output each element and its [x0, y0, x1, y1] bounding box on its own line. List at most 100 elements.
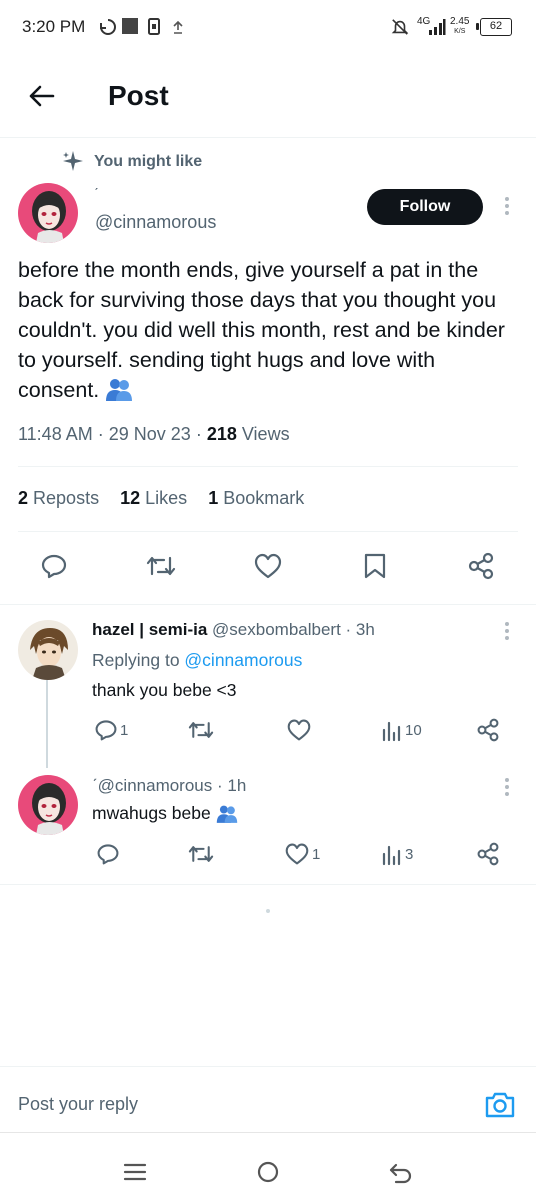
- bookmark-icon: [364, 553, 386, 579]
- status-time: 3:20 PM: [22, 17, 86, 36]
- share-button[interactable]: [467, 550, 495, 582]
- replying-handle-link[interactable]: @cinnamorous: [184, 650, 302, 670]
- repost-button[interactable]: [188, 838, 214, 870]
- divider: [0, 884, 536, 885]
- views-button[interactable]: 3: [381, 838, 413, 870]
- views-button[interactable]: 10: [381, 714, 422, 746]
- share-icon: [477, 718, 499, 742]
- views-count: 10: [405, 721, 422, 739]
- divider: [0, 604, 536, 605]
- avatar-hazel-image: [18, 620, 78, 680]
- reply-author-handle[interactable]: @cinnamorous: [98, 776, 213, 795]
- like-button[interactable]: [286, 714, 314, 746]
- like-count: 1: [312, 845, 321, 863]
- camera-icon[interactable]: [484, 1089, 516, 1121]
- reply-more-options-icon[interactable]: [503, 622, 511, 642]
- views-chart-icon: [382, 721, 401, 742]
- share-button[interactable]: [476, 714, 500, 746]
- people-hugging-emoji-icon: [216, 805, 237, 823]
- reply-action-bar: 1 10: [0, 714, 536, 754]
- post-meta: 11:48 AM · 29 Nov 23 · 218 Views: [18, 424, 290, 445]
- post-stats: 2 Reposts 12 Likes 1 Bookmark: [18, 488, 320, 509]
- views-count: 218: [206, 424, 237, 444]
- views-label: Views: [241, 424, 290, 444]
- reply-time: · 1h: [217, 776, 247, 795]
- like-button[interactable]: 1: [284, 838, 320, 870]
- battery-indicator: 62: [476, 18, 512, 36]
- reply-avatar-cinnamorous[interactable]: [18, 775, 78, 835]
- reply-text: mwahugs bebe: [92, 803, 216, 823]
- post-time[interactable]: 11:48 AM: [18, 424, 93, 444]
- meta-separator: ·: [97, 424, 109, 444]
- repost-button[interactable]: [146, 550, 176, 582]
- reply-button[interactable]: [96, 838, 122, 870]
- menu-icon[interactable]: [122, 1159, 148, 1185]
- bell-muted-icon: [391, 19, 409, 35]
- reply-avatar-hazel[interactable]: [18, 620, 78, 680]
- bookmarks-label: Bookmark: [223, 488, 305, 508]
- system-navigation-bar: [0, 1132, 536, 1200]
- divider: [18, 531, 518, 532]
- loading-dot: [266, 909, 270, 913]
- app-square-icon: [122, 18, 138, 34]
- author-display-name[interactable]: ˊ: [94, 185, 99, 201]
- reply-author-line: ˊ@cinnamorous · 1h: [92, 776, 246, 796]
- reply-author-handle[interactable]: @sexbombalbert: [212, 620, 341, 639]
- repost-icon: [188, 846, 214, 862]
- reply-more-options-icon[interactable]: [503, 778, 511, 798]
- bookmarks-stat[interactable]: 1 Bookmark: [208, 488, 304, 508]
- bookmarks-count: 1: [208, 488, 219, 508]
- share-icon: [477, 842, 499, 866]
- reply-composer[interactable]: Post your reply: [0, 1066, 536, 1132]
- more-options-icon[interactable]: [503, 197, 511, 217]
- upload-icon: [173, 20, 183, 34]
- reply-icon: [41, 554, 67, 579]
- replying-prefix: Replying to: [92, 650, 185, 670]
- like-button[interactable]: [253, 550, 283, 582]
- meta-separator: ·: [195, 424, 207, 444]
- reply-icon: [95, 720, 117, 741]
- people-hugging-emoji-icon: [106, 379, 133, 401]
- reply-button[interactable]: [40, 550, 68, 582]
- author-avatar[interactable]: [18, 183, 78, 243]
- home-circle-icon[interactable]: [255, 1159, 281, 1185]
- reposts-count: 2: [18, 488, 29, 508]
- sparkle-icon: [63, 151, 83, 171]
- reposts-stat[interactable]: 2 Reposts: [18, 488, 99, 508]
- divider: [18, 466, 518, 467]
- page-title: Post: [108, 80, 169, 111]
- post-action-bar: [0, 550, 536, 590]
- post-body: before the month ends, give yourself a p…: [18, 258, 505, 402]
- speed-value: 2.45: [450, 16, 470, 27]
- share-button[interactable]: [476, 838, 500, 870]
- signal-icon: [429, 19, 446, 35]
- likes-count: 12: [120, 488, 141, 508]
- post-date[interactable]: 29 Nov 23: [109, 424, 191, 444]
- reply-text: thank you bebe <3: [92, 680, 237, 700]
- author-handle[interactable]: @cinnamorous: [95, 212, 216, 233]
- top-app-bar: Post: [0, 56, 536, 138]
- like-icon: [285, 843, 309, 865]
- reply-button[interactable]: 1: [94, 714, 128, 746]
- likes-stat[interactable]: 12 Likes: [120, 488, 187, 508]
- views-chart-icon: [382, 845, 401, 866]
- views-count: 3: [405, 845, 414, 863]
- reply-author-name[interactable]: hazel | semi-ia: [92, 620, 207, 639]
- network-speed: 2.45 K/S: [450, 17, 469, 37]
- likes-label: Likes: [145, 488, 188, 508]
- back-nav-icon[interactable]: [388, 1159, 414, 1185]
- reply-text-line: mwahugs bebe: [92, 803, 238, 824]
- sync-icon: [100, 19, 116, 35]
- bookmark-button[interactable]: [362, 550, 388, 582]
- reply-time: · 3h: [345, 620, 375, 639]
- reply-input-placeholder[interactable]: Post your reply: [18, 1094, 138, 1115]
- like-icon: [287, 719, 311, 741]
- avatar-cinnamorous-image: [18, 183, 78, 243]
- back-arrow-icon[interactable]: [26, 80, 58, 112]
- follow-button[interactable]: Follow: [367, 189, 483, 225]
- reply-icon: [97, 844, 119, 865]
- repost-button[interactable]: [188, 714, 214, 746]
- replying-to: Replying to @cinnamorous: [92, 650, 302, 671]
- post-text: before the month ends, give yourself a p…: [18, 255, 518, 405]
- repost-icon: [188, 722, 214, 738]
